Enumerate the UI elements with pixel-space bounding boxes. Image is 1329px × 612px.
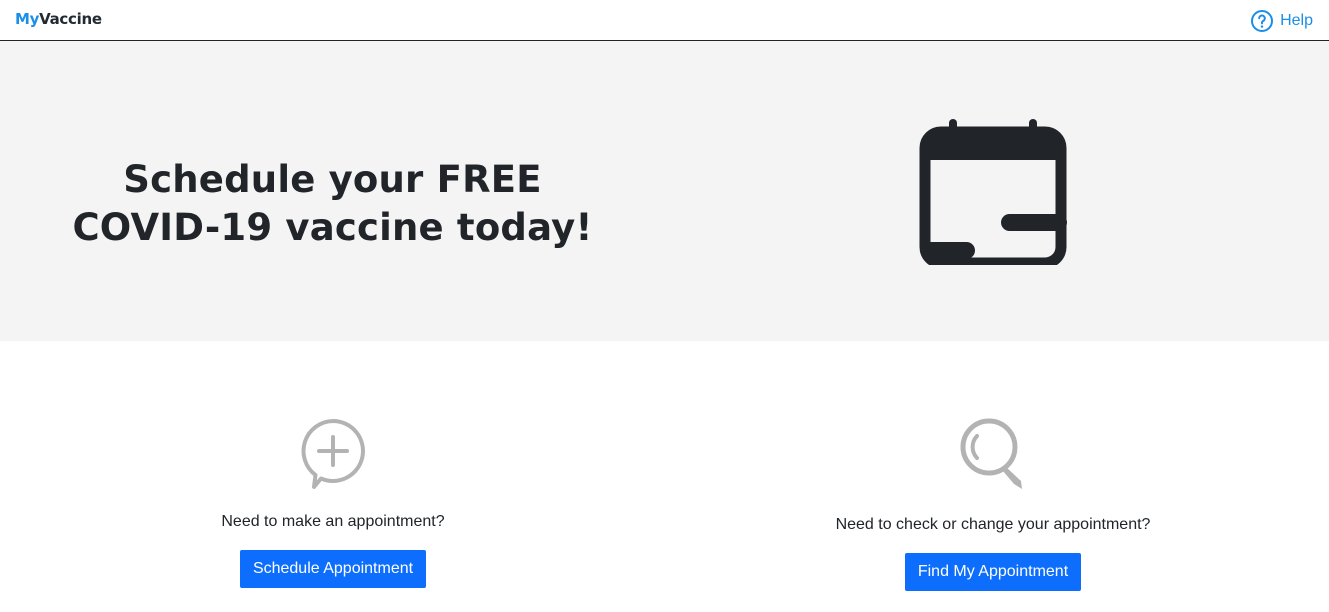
calendar-icon [918, 119, 1068, 269]
hero-title-line1: Schedule your FREE [123, 158, 542, 201]
magnifier-icon [793, 418, 1193, 495]
find-appointment-card: Need to check or change your appointment… [793, 418, 1193, 591]
help-label: Help [1280, 12, 1313, 29]
find-appointment-question: Need to check or change your appointment… [835, 516, 1151, 533]
help-link[interactable]: Help [1250, 9, 1313, 33]
question-circle-icon [1250, 9, 1274, 33]
chat-plus-icon [183, 418, 483, 495]
myvaccine-logo[interactable]: MyVaccine [15, 10, 102, 28]
make-appointment-question: Need to make an appointment? [221, 513, 445, 530]
top-nav-bar: MyVaccine Help [0, 0, 1329, 41]
make-appointment-card: Need to make an appointment? Schedule Ap… [183, 418, 483, 588]
hero-title-line2: COVID-19 vaccine today! [72, 206, 593, 249]
logo-vaccine-text: Vaccine [39, 10, 102, 28]
schedule-appointment-button[interactable]: Schedule Appointment [239, 550, 427, 588]
hero-title: Schedule your FREE COVID-19 vaccine toda… [60, 156, 605, 252]
logo-my-text: My [15, 10, 40, 28]
find-my-appointment-button[interactable]: Find My Appointment [904, 553, 1082, 591]
hero-banner: Schedule your FREE COVID-19 vaccine toda… [0, 41, 1329, 341]
